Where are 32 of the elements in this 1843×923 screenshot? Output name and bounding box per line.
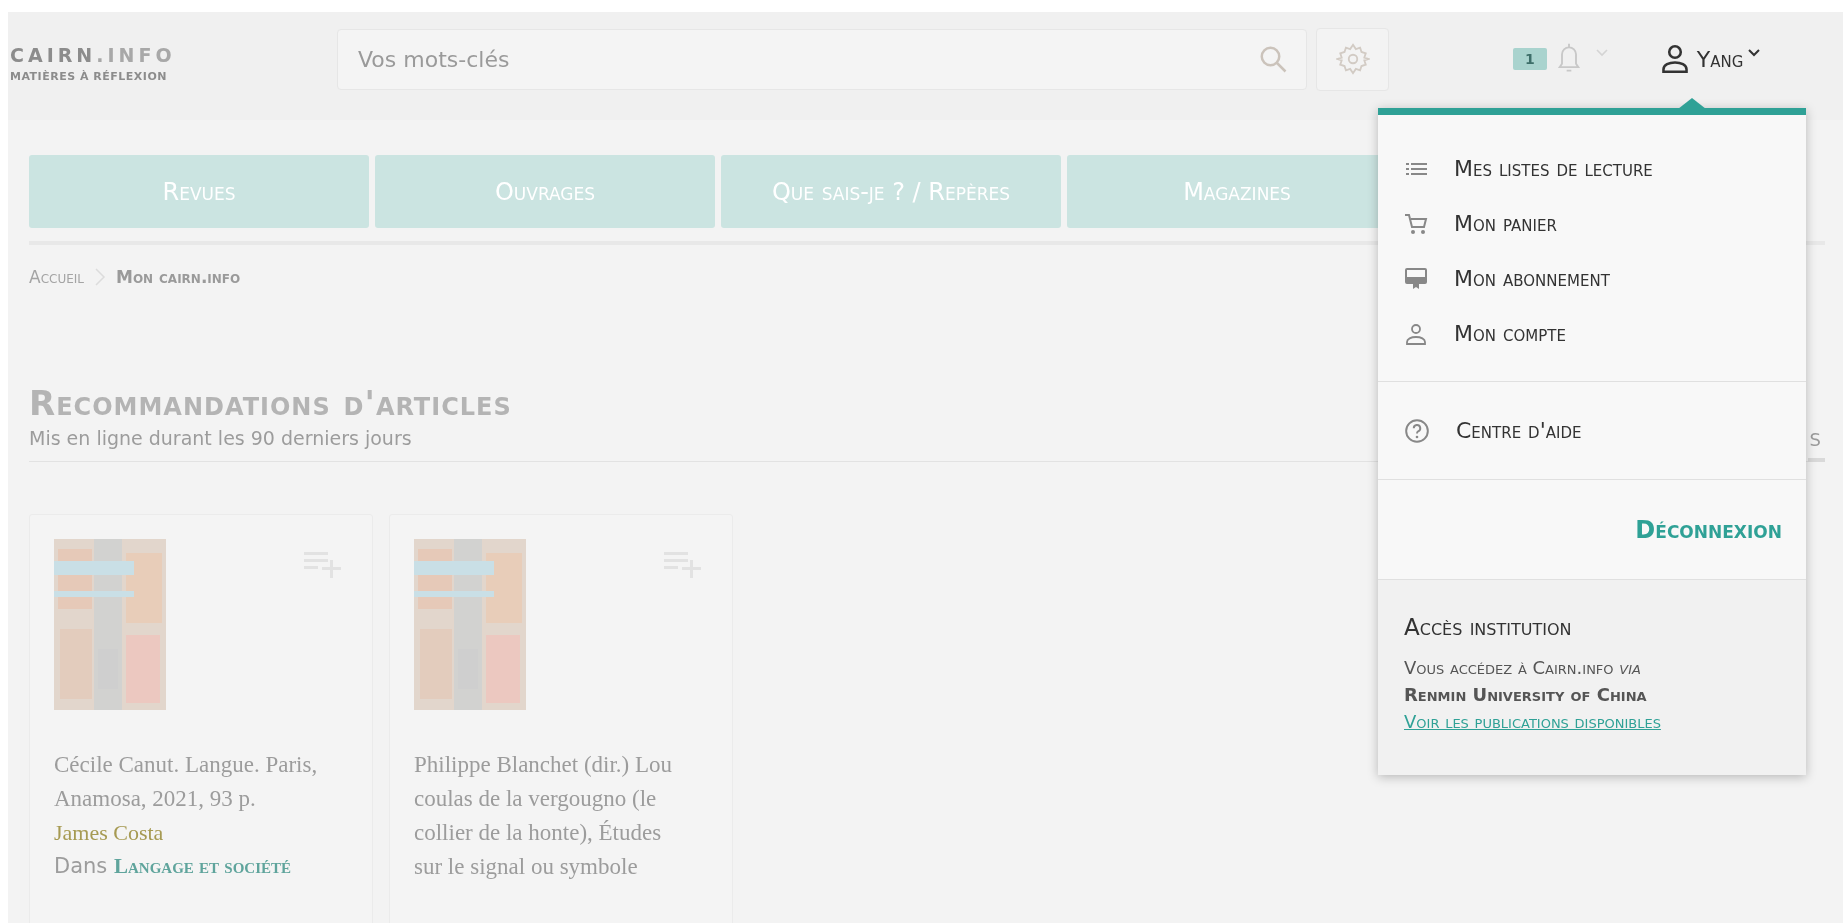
person-icon <box>1404 321 1428 346</box>
logout-link[interactable]: Déconnexion <box>1635 515 1782 544</box>
menu-item[interactable]: Mon abonnement <box>1378 251 1806 306</box>
author-link[interactable]: James Costa <box>54 816 348 850</box>
chevron-down-icon <box>1747 48 1762 58</box>
publications-link[interactable]: Voir les publications disponibles <box>1404 711 1661 732</box>
user-icon <box>1660 44 1689 74</box>
notification-count: 1 <box>1513 48 1547 70</box>
menu-item[interactable]: Mon compte <box>1378 306 1806 361</box>
search-bar[interactable]: Vos mots-clés <box>337 28 1307 90</box>
source-text: Dans Langage et société <box>54 853 293 880</box>
cart-icon <box>1404 211 1428 236</box>
menu-item[interactable]: Centre d'aide <box>1378 403 1806 458</box>
logo-text: CAIRN.INFO <box>10 43 177 66</box>
logo-tagline: MATIÈRES À RÉFLEXION <box>10 69 168 83</box>
section-title: Recommandations d'articles <box>29 383 512 423</box>
settings-icon <box>1335 42 1370 76</box>
search-icon[interactable] <box>1258 44 1288 74</box>
section-subtitle: Mis en ligne durant les 90 derniers jours <box>29 427 413 449</box>
institution-title: Accès institution <box>1404 614 1573 640</box>
settings-button[interactable] <box>1316 27 1389 91</box>
chevron-down-icon <box>1594 48 1609 58</box>
institution-name: Renmin University of China <box>1404 683 1648 707</box>
breadcrumb-link[interactable]: Accueil <box>29 267 84 287</box>
certificate-icon <box>1404 266 1428 291</box>
article-title[interactable]: Cécile Canut. Langue. Paris, Anamosa, 2021, 93 p. <box>54 748 324 816</box>
article-title[interactable]: Philippe Blanchet (dir.) Lou coulas de la vergougno (le collier de la honte), Études sur le signal ou symbole <box>414 748 684 884</box>
help-icon <box>1404 417 1430 444</box>
user-menu-button[interactable]: Yang <box>1696 46 1744 72</box>
institution-text: Vous accédez à Cairn.info via <box>1404 656 1642 680</box>
breadcrumb-link[interactable]: Mon cairn.info <box>116 267 241 287</box>
search-field[interactable]: Vos mots-clés <box>356 45 1258 73</box>
